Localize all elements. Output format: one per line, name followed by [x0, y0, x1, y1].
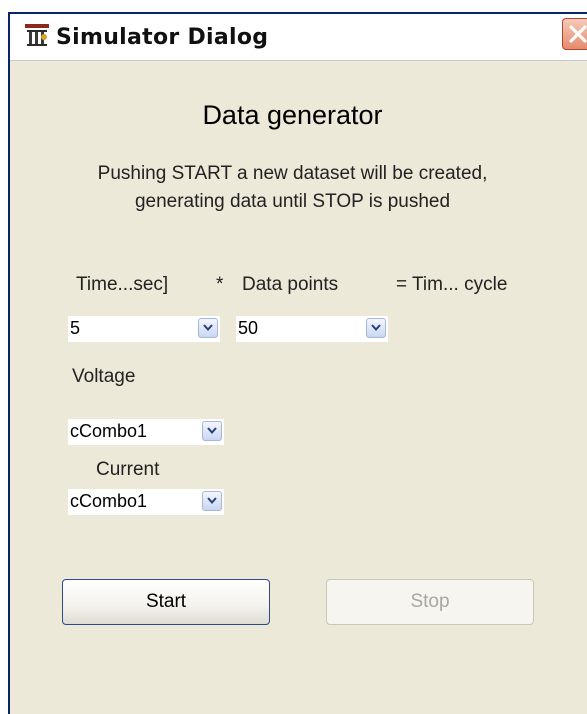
voltage-combo[interactable]: cCombo1	[68, 419, 224, 445]
data-points-combo-dropdown[interactable]	[366, 318, 386, 338]
voltage-combo-dropdown[interactable]	[202, 421, 222, 441]
chevron-down-icon	[207, 497, 217, 505]
time-combo-value: 5	[70, 318, 81, 338]
current-combo-value: cCombo1	[70, 491, 148, 511]
close-button[interactable]	[562, 18, 587, 50]
simulator-app-icon	[25, 24, 49, 46]
current-label: Current	[96, 459, 160, 480]
multiply-sign: *	[216, 274, 224, 295]
description-line-1: Pushing START a new dataset will be crea…	[97, 163, 488, 184]
stop-button[interactable]: Stop	[326, 579, 534, 625]
start-button[interactable]: Start	[62, 579, 270, 625]
chevron-down-icon	[207, 427, 217, 435]
current-combo[interactable]: cCombo1	[68, 489, 224, 515]
title-bar[interactable]: Simulator Dialog	[10, 14, 587, 61]
chevron-down-icon	[371, 324, 381, 332]
time-cycle-label: = Tim... cycle	[396, 274, 508, 295]
time-combo[interactable]: 5	[68, 316, 220, 342]
close-icon	[569, 25, 587, 43]
window-title: Simulator Dialog	[56, 25, 269, 50]
time-label: Time...sec]	[76, 274, 169, 295]
chevron-down-icon	[203, 324, 213, 332]
voltage-label: Voltage	[72, 366, 136, 387]
page-title: Data generator	[202, 100, 383, 130]
current-combo-dropdown[interactable]	[202, 491, 222, 511]
data-points-combo-value: 50	[238, 318, 259, 338]
voltage-combo-value: cCombo1	[70, 421, 148, 441]
data-points-label: Data points	[242, 274, 339, 295]
description-text: Pushing START a new dataset will be crea…	[10, 160, 575, 216]
description-line-2: generating data until STOP is pushed	[134, 191, 451, 212]
data-points-combo[interactable]: 50	[236, 316, 388, 342]
time-combo-dropdown[interactable]	[198, 318, 218, 338]
